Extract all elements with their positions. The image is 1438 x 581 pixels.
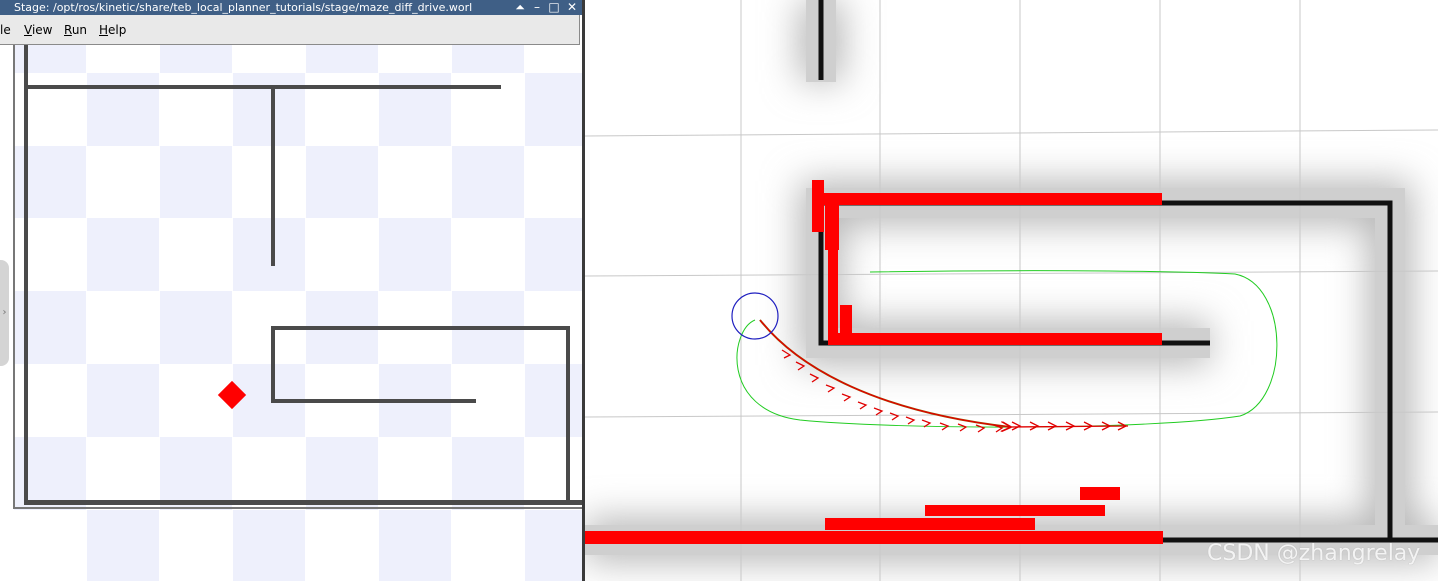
obstacle-walls xyxy=(585,0,1438,543)
inflation-core xyxy=(585,0,1438,555)
inflation-layer xyxy=(585,0,1438,562)
chevron-right-icon: › xyxy=(2,307,7,318)
stage-window: Stage: /opt/ros/kinetic/share/teb_local_… xyxy=(0,0,583,581)
costmap-view xyxy=(585,0,1438,581)
rviz-3d-view[interactable]: CSDN @zhangrelay xyxy=(585,0,1438,581)
minimize-button[interactable]: – xyxy=(529,0,545,15)
watermark-text: CSDN @zhangrelay xyxy=(1207,541,1421,566)
collapse-handle[interactable]: › xyxy=(0,260,9,366)
menu-run[interactable]: Run xyxy=(64,23,87,37)
maximize-button[interactable]: □ xyxy=(546,0,562,15)
menu-bar: le View Run Help xyxy=(0,15,580,45)
menu-help[interactable]: Help xyxy=(99,23,126,37)
shade-button[interactable]: ⏶ xyxy=(512,0,528,15)
menu-file[interactable]: le xyxy=(0,23,11,37)
grid-lines xyxy=(585,0,1438,581)
menu-view[interactable]: View xyxy=(24,23,52,37)
title-bar[interactable]: Stage: /opt/ros/kinetic/share/teb_local_… xyxy=(0,0,583,15)
robot-footprint xyxy=(731,292,779,340)
window-title: Stage: /opt/ros/kinetic/share/teb_local_… xyxy=(14,1,473,14)
close-button[interactable]: ✕ xyxy=(564,0,580,15)
stage-world-canvas[interactable] xyxy=(0,45,583,581)
